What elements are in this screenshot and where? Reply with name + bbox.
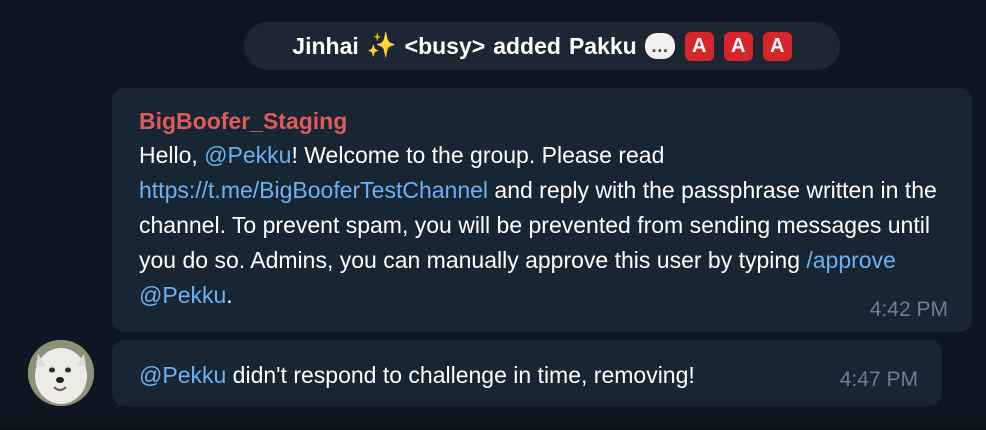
samoyed-dog-avatar (28, 340, 94, 406)
mention-link[interactable]: @Pekku (139, 362, 226, 388)
service-actor-name[interactable]: Jinhai (292, 33, 358, 60)
message-sender-name[interactable]: BigBoofer_Staging (139, 104, 948, 138)
bot-avatar[interactable] (28, 340, 94, 406)
red-letter-a-icon: A (684, 31, 714, 61)
message-timestamp: 4:47 PM (839, 368, 918, 391)
red-letter-a-icon: A (723, 31, 753, 61)
sparkles-icon: ✨ (366, 32, 397, 59)
message-bubble-removal[interactable]: @Pekku didn't respond to challenge in ti… (112, 340, 942, 406)
mention-link[interactable]: @Pekku (204, 142, 291, 168)
service-action-text: added (493, 32, 561, 59)
message-bubble-welcome[interactable]: BigBoofer_Staging Hello, @Pekku! Welcome… (112, 88, 972, 332)
channel-url-link[interactable]: https://t.me/BigBooferTestChannel (139, 177, 488, 203)
speech-bubble-icon: … (644, 33, 675, 59)
message-text-segment: didn't respond to challenge in time, rem… (226, 362, 695, 388)
red-letter-a-icon: A (762, 31, 792, 61)
message-text-segment: ! Welcome to the group. Please read (291, 142, 665, 168)
message-text-segment: . (226, 282, 233, 308)
message-text-segment: Hello, (139, 142, 205, 168)
message-text: @Pekku didn't respond to challenge in ti… (139, 358, 918, 393)
service-actor-tag: <busy> (404, 32, 486, 59)
message-text: Hello, @Pekku! Welcome to the group. Ple… (139, 138, 939, 313)
message-timestamp: 4:42 PM (869, 298, 948, 321)
service-target-name[interactable]: Pakku (569, 33, 637, 60)
service-message-member-added: Jinhai ✨ <busy> added Pakku … A A A (244, 22, 840, 70)
